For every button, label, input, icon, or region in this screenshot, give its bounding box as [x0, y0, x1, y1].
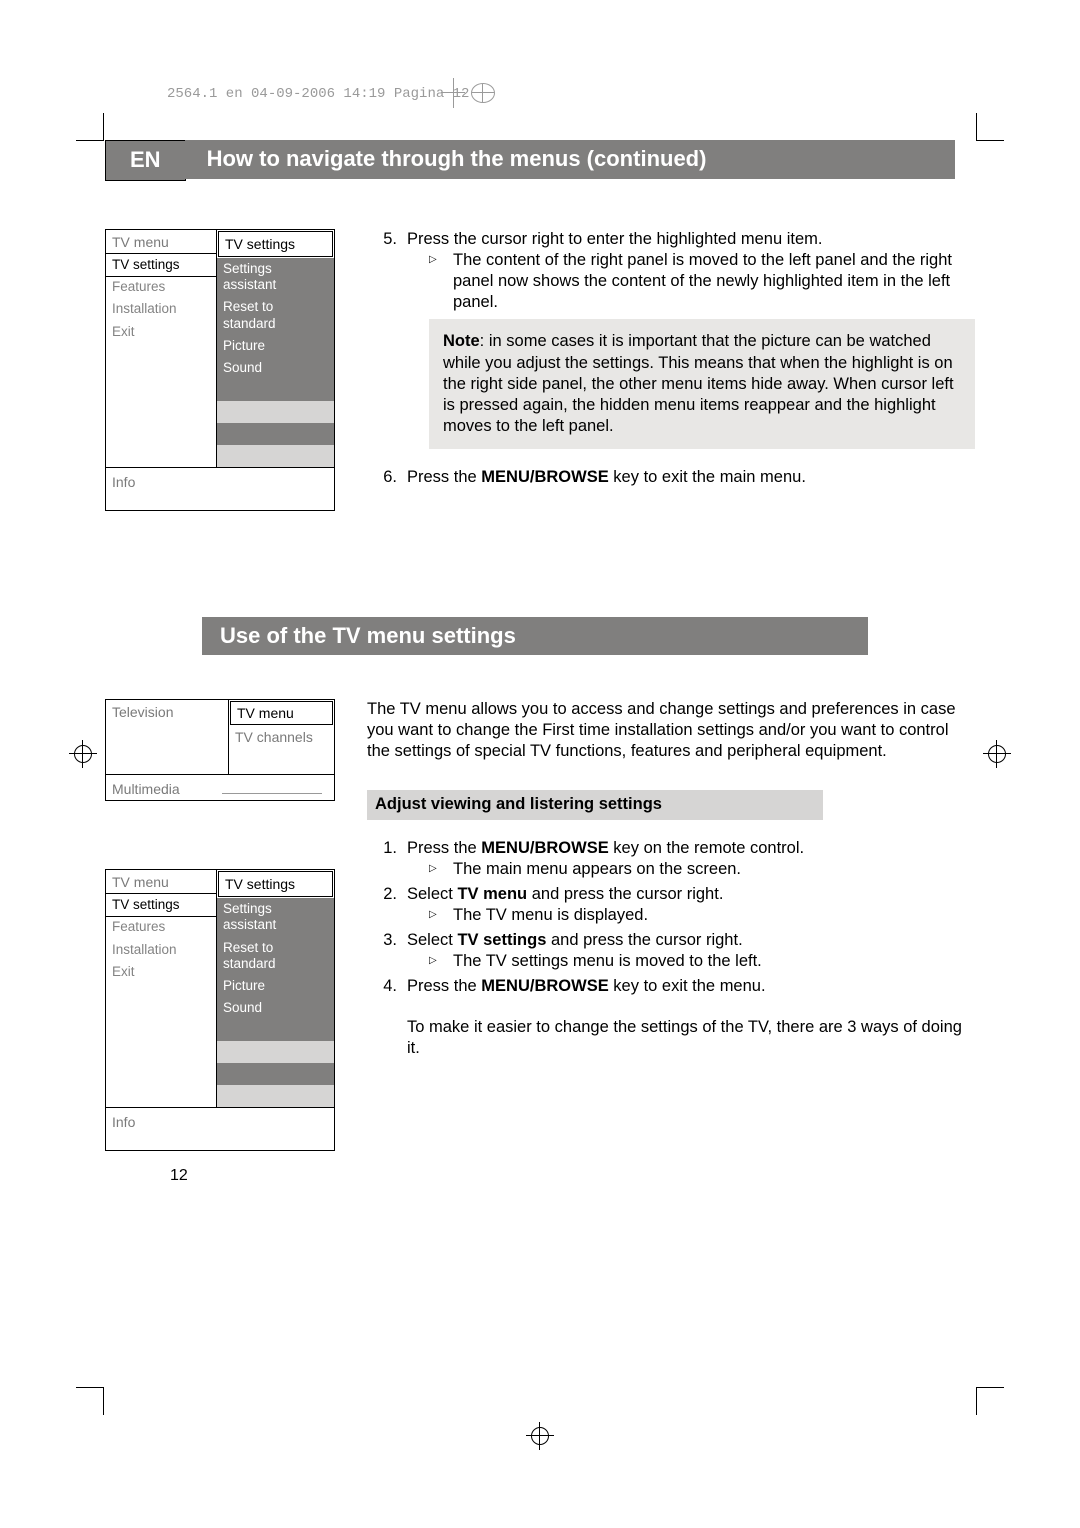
- adj-step-2-num: 2.: [367, 884, 407, 926]
- menu2-right-sel: TV menu: [230, 701, 333, 725]
- menu3-right-item-0: Settings assistant: [217, 898, 334, 936]
- adj-step-2-sub: The TV menu is displayed.: [453, 905, 975, 926]
- adj-step-1-c: key on the remote control.: [609, 839, 804, 857]
- crop-mark-br: [976, 1387, 1004, 1415]
- step-5-number: 5.: [367, 229, 407, 463]
- note-box: Note: in some cases it is important that…: [429, 319, 975, 449]
- title-row-1: ENHow to navigate through the menus (con…: [105, 140, 975, 181]
- television-menu-diagram: Television TV menu TV channels Multimedi…: [105, 699, 335, 801]
- menu1-left-item-2: Installation: [106, 298, 216, 320]
- adj-step-4: 4. Press the MENU/BROWSE key to exit the…: [367, 976, 975, 997]
- menu1-right-header: TV settings: [218, 231, 333, 257]
- adj-step-2-a: Select: [407, 885, 457, 903]
- adj-step-1-sub: The main menu appears on the screen.: [453, 859, 975, 880]
- menu3-left-header: TV menu: [106, 870, 216, 894]
- tv-menu-diagram-1: TV menu TV settings Features Installatio…: [105, 229, 335, 511]
- adj-step-2-c: and press the cursor right.: [527, 885, 723, 903]
- heading-tv-menu-settings: Use of the TV menu settings: [202, 617, 868, 655]
- menu1-right-item-1: Reset to standard: [217, 296, 334, 334]
- menu3-info: Info: [106, 1108, 334, 1150]
- page-content: ENHow to navigate through the menus (con…: [105, 140, 975, 1151]
- menu3-left-item-0: TV settings: [105, 893, 217, 917]
- adj-step-3-sub: The TV settings menu is moved to the lef…: [453, 951, 975, 972]
- adj-step-1-num: 1.: [367, 838, 407, 880]
- header-crosshair-icon: [445, 78, 485, 108]
- adj-step-3-c: and press the cursor right.: [546, 931, 742, 949]
- adj-step-3-a: Select: [407, 931, 457, 949]
- adj-step-3: 3. Select TV settings and press the curs…: [367, 930, 975, 972]
- menu1-left-header: TV menu: [106, 230, 216, 254]
- adj-step-4-num: 4.: [367, 976, 407, 997]
- adj-step-4-b: MENU/BROWSE: [481, 977, 608, 995]
- menu3-left-item-2: Installation: [106, 939, 216, 961]
- menu1-left-item-3: Exit: [106, 321, 216, 343]
- menu1-info: Info: [106, 468, 334, 510]
- menu1-right-item-2: Picture: [217, 335, 334, 357]
- intro-paragraph: The TV menu allows you to access and cha…: [367, 699, 975, 762]
- adj-step-1-a: Press the: [407, 839, 481, 857]
- adj-step-4-a: Press the: [407, 977, 481, 995]
- page-number: 12: [170, 1167, 188, 1185]
- title-row-2: Use of the TV menu settings: [105, 617, 975, 655]
- step-5-text: Press the cursor right to enter the high…: [407, 230, 822, 248]
- crop-mark-bl: [76, 1387, 104, 1415]
- register-mark-left: [69, 740, 97, 768]
- menu1-right-item-3: Sound: [217, 357, 334, 379]
- step-6-b: MENU/BROWSE: [481, 468, 608, 486]
- menu3-right-item-1: Reset to standard: [217, 937, 334, 975]
- triangle-icon: ▷: [429, 859, 453, 880]
- crop-mark-tl: [76, 113, 104, 141]
- step-6: 6. Press the MENU/BROWSE key to exit the…: [367, 467, 975, 488]
- step-6-number: 6.: [367, 467, 407, 488]
- tv-menu-diagram-2: TV menu TV settings Features Installatio…: [105, 869, 335, 1151]
- register-mark-right: [983, 740, 1011, 768]
- step-6-a: Press the: [407, 468, 481, 486]
- adj-step-3-num: 3.: [367, 930, 407, 972]
- menu3-left-item-3: Exit: [106, 961, 216, 983]
- step-6-c: key to exit the main menu.: [609, 468, 806, 486]
- step-5: 5. Press the cursor right to enter the h…: [367, 229, 975, 463]
- triangle-icon: ▷: [429, 951, 453, 972]
- adj-step-4-c: key to exit the menu.: [609, 977, 766, 995]
- note-label: Note: [443, 332, 480, 350]
- menu3-right-item-3: Sound: [217, 997, 334, 1019]
- adj-step-2-b: TV menu: [457, 885, 527, 903]
- step-5-sub: The content of the right panel is moved …: [453, 250, 975, 313]
- menu2-right-sub: TV channels: [229, 726, 334, 748]
- triangle-icon: ▷: [429, 250, 453, 313]
- menu1-right-item-0: Settings assistant: [217, 258, 334, 296]
- heading-navigate: How to navigate through the menus (conti…: [185, 140, 955, 179]
- menu2-left-bottom: Multimedia: [112, 781, 180, 797]
- triangle-icon: ▷: [429, 905, 453, 926]
- adj-step-3-b: TV settings: [457, 931, 546, 949]
- menu3-right-item-2: Picture: [217, 975, 334, 997]
- header-meta: 2564.1 en 04-09-2006 14:19 Pagina 12: [167, 86, 469, 102]
- adj-step-2: 2. Select TV menu and press the cursor r…: [367, 884, 975, 926]
- tail-paragraph: To make it easier to change the settings…: [367, 1017, 975, 1059]
- adj-step-1-b: MENU/BROWSE: [481, 839, 608, 857]
- register-mark-bottom: [526, 1422, 554, 1450]
- menu3-right-header: TV settings: [218, 871, 333, 897]
- menu1-left-item-0: TV settings: [105, 253, 217, 277]
- crop-mark-tr: [976, 113, 1004, 141]
- language-tab: EN: [105, 140, 186, 181]
- menu3-left-item-1: Features: [106, 916, 216, 938]
- subheading-adjust: Adjust viewing and listering settings: [367, 790, 823, 819]
- underline-icon: [222, 779, 322, 794]
- menu1-left-item-1: Features: [106, 276, 216, 298]
- menu2-left-top: Television: [106, 700, 229, 774]
- note-text: : in some cases it is important that the…: [443, 332, 954, 434]
- adj-step-1: 1. Press the MENU/BROWSE key on the remo…: [367, 838, 975, 880]
